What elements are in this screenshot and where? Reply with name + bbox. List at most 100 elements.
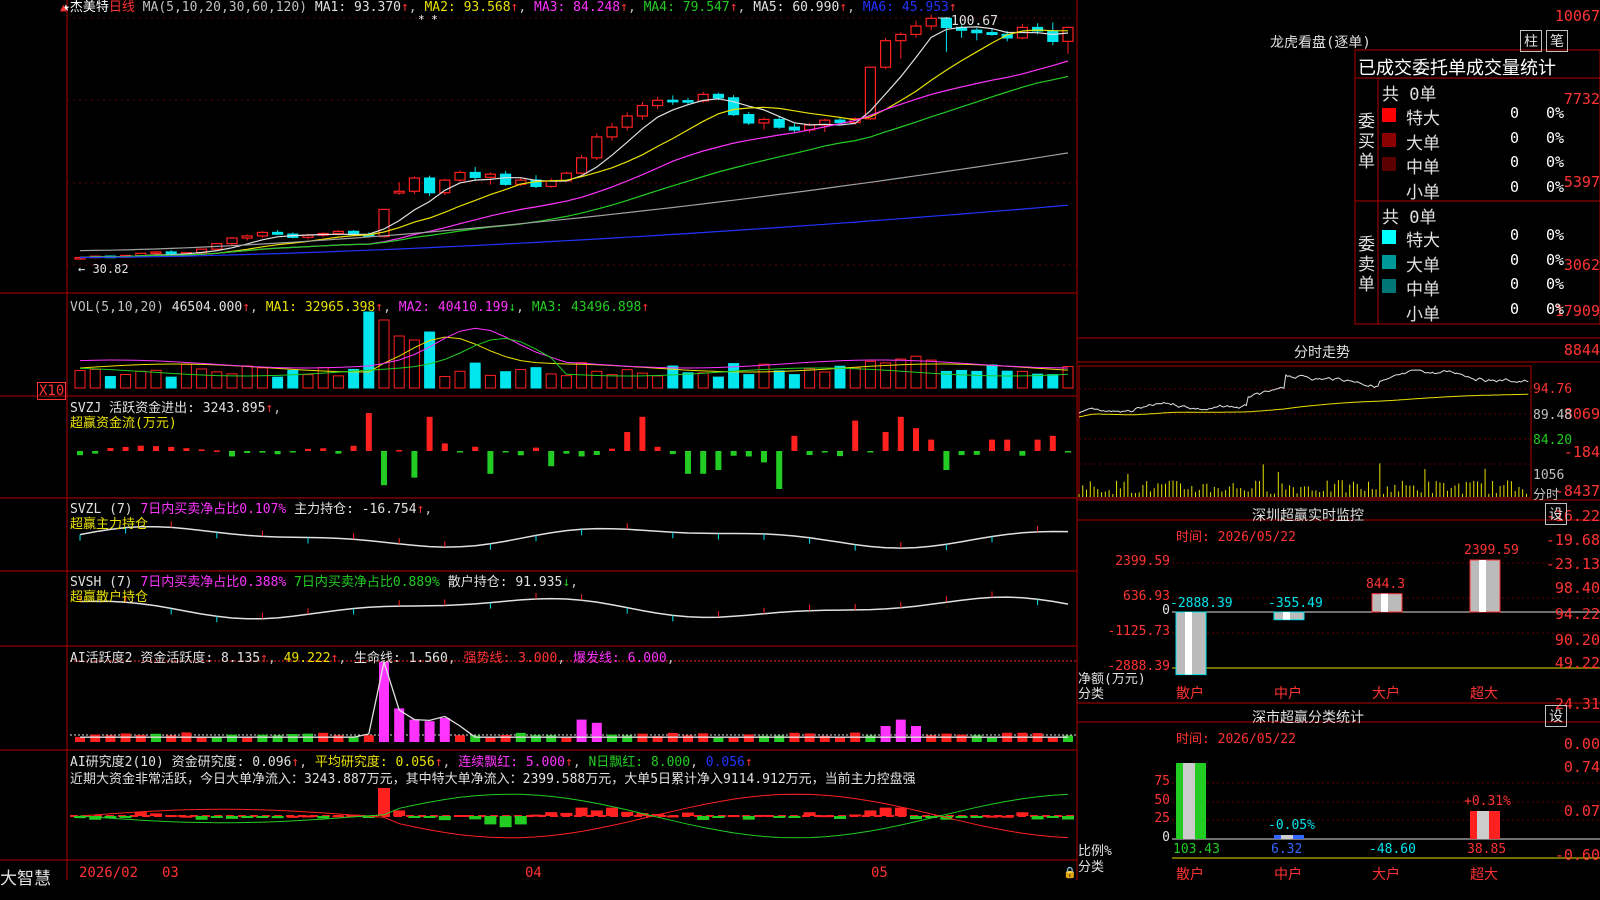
intraday-axis-label: 89.48 <box>1533 408 1573 423</box>
order-count: 0 <box>1510 104 1520 122</box>
bar-highlight <box>1183 763 1195 839</box>
lock-icon[interactable]: 🔒 <box>1063 866 1077 879</box>
volume-bar <box>135 370 147 389</box>
activity-bar <box>956 734 967 742</box>
date-label: 03 <box>162 865 179 881</box>
volume-bar <box>652 375 664 389</box>
svsh-ratio1: 7日内买卖净占比0.388% <box>140 575 287 590</box>
stock-name[interactable]: ★杰美特 <box>62 0 109 15</box>
research-bar <box>697 816 710 821</box>
activity-bar <box>500 735 511 742</box>
research-bar <box>165 815 178 818</box>
sep: , <box>690 755 698 770</box>
ai1-lifeline: 生命线: 1.560 <box>354 651 448 666</box>
sep: , <box>570 575 578 590</box>
activity-bar <box>455 735 465 742</box>
sep: , <box>383 300 391 315</box>
low-price-value: 30.82 <box>92 262 129 276</box>
monitor-settings-button[interactable]: 设 <box>1545 503 1567 525</box>
fund-flow-bar <box>563 451 570 454</box>
candle-body <box>682 100 694 103</box>
ai2-average: 平均研究度: 0.056 <box>314 755 435 770</box>
chart-axis-label: 75 <box>1154 774 1170 789</box>
vol-unit-button[interactable]: X10 <box>37 382 67 400</box>
sep: , <box>424 502 433 517</box>
research-bar <box>727 815 740 818</box>
bar-highlight <box>1479 560 1486 612</box>
candle-body <box>1047 30 1059 42</box>
vol-ma1: MA1: 32965.398 <box>265 300 376 315</box>
vol-header: VOL(5,10,20) 46504.000↑, MA1: 32965.398↑… <box>70 300 649 315</box>
ma-line <box>79 29 1069 259</box>
candle-body <box>150 251 162 255</box>
candle-body <box>591 136 603 159</box>
fund-flow-bar <box>609 448 615 451</box>
sep: , <box>518 0 527 15</box>
bar-value-label: -2888.39 <box>1170 596 1233 611</box>
research-bar <box>849 814 862 817</box>
fund-flow-bar <box>897 416 904 451</box>
ma3-arrow: ↑ <box>620 0 628 15</box>
category-label: 大户 <box>1372 867 1400 883</box>
category-label: 散户 <box>1176 867 1204 883</box>
fund-flow-bar <box>92 451 99 454</box>
order-name: 小单 <box>1406 182 1440 203</box>
category-label: 超大 <box>1470 686 1498 702</box>
volume-bar <box>788 374 800 389</box>
classify-xlabel: 分类 <box>1078 860 1105 875</box>
chart-axis-label: -2888.39 <box>1107 659 1170 674</box>
fund-flow-bar <box>1019 451 1026 456</box>
research-bar <box>484 816 497 825</box>
research-bar <box>545 812 558 816</box>
candle-body <box>256 231 268 237</box>
volume-bar <box>469 362 481 389</box>
sep: , <box>666 651 675 666</box>
order-count: 0 <box>1510 250 1520 269</box>
activity-bar <box>576 719 587 742</box>
bar-highlight <box>1185 612 1192 675</box>
alert-icon[interactable]: ▲ <box>60 1 67 14</box>
bar-value-label: 844.3 <box>1366 576 1406 592</box>
sep: , <box>447 651 456 666</box>
volume-bar <box>849 367 861 389</box>
fund-flow-bar <box>913 428 919 451</box>
volume-bar <box>180 363 192 389</box>
fund-flow-bar <box>730 451 737 456</box>
activity-bar <box>333 735 344 742</box>
volume-panel <box>74 311 1074 389</box>
candle-body <box>332 230 344 235</box>
order-color-swatch <box>1382 132 1396 147</box>
period-label[interactable]: 日线 <box>109 0 135 15</box>
fund-flow-bar <box>335 451 342 454</box>
activity-bar <box>227 734 237 742</box>
tick-button[interactable]: 笔 <box>1546 30 1568 52</box>
candle-body <box>727 97 740 116</box>
category-label: 超大 <box>1470 867 1498 883</box>
candle-body <box>484 173 496 178</box>
fund-flow-bar <box>381 451 387 486</box>
candle-body <box>454 171 466 181</box>
classify-settings-button[interactable]: 设 <box>1545 705 1567 727</box>
intraday-axis-label: 84.20 <box>1533 433 1573 448</box>
buy-total: 共 0单 <box>1382 85 1437 105</box>
volume-bar <box>880 362 892 389</box>
bar-percent-label: +0.31% <box>1464 794 1511 809</box>
volume-bar <box>606 374 618 389</box>
candle-body <box>895 33 907 42</box>
dragon-heading: 已成交委托单成交量统计 <box>1358 58 1556 79</box>
vol-ma2: MA2: 40410.199 <box>398 300 509 315</box>
order-color-swatch <box>1382 157 1396 171</box>
svzj-panel <box>77 413 1071 489</box>
volume-bar <box>895 358 907 389</box>
volume-bar <box>484 374 496 389</box>
research-bar <box>454 814 466 817</box>
ai1-header: AI活跃度2 资金活跃度: 8.135↑, 49.222↑, 生命线: 1.56… <box>70 651 675 666</box>
date-label: 05 <box>871 865 888 881</box>
candlestick-series <box>74 14 1074 260</box>
ai1-value2: 49.222 <box>283 651 331 666</box>
vol-title: VOL(5,10,20) <box>70 300 164 315</box>
activity-bar <box>424 721 435 742</box>
candle-body <box>621 115 633 128</box>
fund-flow-bar <box>502 451 509 453</box>
column-button[interactable]: 柱 <box>1520 30 1542 52</box>
